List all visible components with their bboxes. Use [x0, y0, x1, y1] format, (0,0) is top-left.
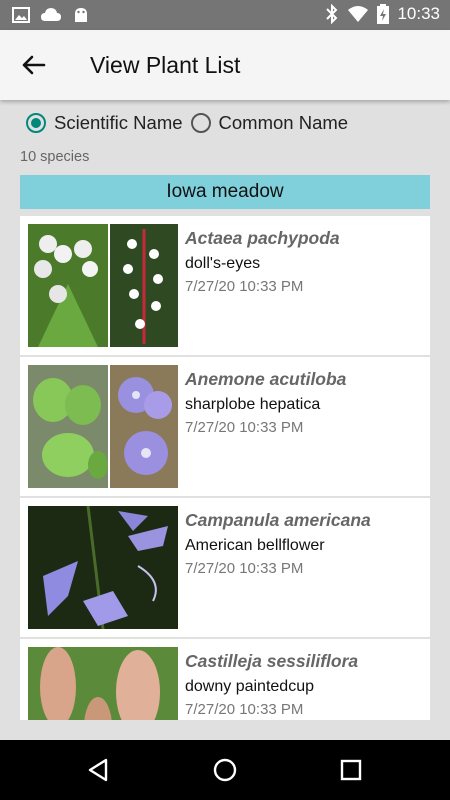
list-item[interactable]: Campanula americana American bellflower … — [20, 498, 430, 637]
android-icon — [75, 8, 87, 22]
nav-recents-icon[interactable] — [336, 755, 366, 785]
radio-label-common[interactable]: Common Name — [219, 112, 349, 134]
cloud-icon — [41, 8, 61, 21]
plant-photo — [28, 365, 178, 488]
app-bar: View Plant List — [0, 30, 450, 100]
plant-photo — [28, 224, 178, 347]
scientific-name: Castilleja sessiliflora — [185, 651, 359, 671]
radio-common-name[interactable] — [190, 113, 211, 133]
common-name: sharplobe hepatica — [185, 396, 321, 413]
list-item[interactable]: Anemone acutiloba sharplobe hepatica 7/2… — [20, 357, 430, 496]
common-name: downy paintedcup — [185, 678, 314, 695]
date-added: 7/27/20 10:33 PM — [185, 560, 304, 577]
sort-options: Scientific Name Common Name — [26, 108, 356, 138]
bluetooth-icon — [326, 4, 338, 24]
date-added: 7/27/20 10:33 PM — [185, 278, 304, 295]
plant-photo — [28, 506, 178, 629]
back-arrow-icon[interactable] — [18, 50, 52, 80]
radio-scientific-name[interactable] — [26, 113, 46, 133]
radio-label-scientific[interactable]: Scientific Name — [54, 112, 183, 134]
navigation-bar — [0, 740, 450, 800]
image-icon — [12, 7, 30, 23]
page-title: View Plant List — [90, 52, 241, 78]
date-added: 7/27/20 10:33 PM — [185, 701, 304, 718]
plant-list[interactable]: Actaea pachypoda doll's-eyes 7/27/20 10:… — [20, 216, 430, 720]
wifi-icon — [348, 6, 369, 22]
list-item[interactable]: Actaea pachypoda doll's-eyes 7/27/20 10:… — [20, 216, 430, 355]
common-name: doll's-eyes — [185, 255, 261, 272]
list-item[interactable]: Castilleja sessiliflora downy paintedcup… — [20, 639, 430, 720]
scientific-name: Anemone acutiloba — [185, 369, 347, 389]
nav-back-icon[interactable] — [84, 755, 114, 785]
species-count: 10 species — [20, 149, 90, 165]
nav-home-icon[interactable] — [210, 755, 240, 785]
scientific-name: Actaea pachypoda — [185, 228, 340, 248]
status-bar: 10:33 — [0, 0, 450, 30]
scientific-name: Campanula americana — [185, 510, 371, 530]
common-name: American bellflower — [185, 537, 325, 554]
plant-photo — [28, 647, 178, 720]
battery-icon — [377, 4, 390, 24]
date-added: 7/27/20 10:33 PM — [185, 419, 304, 436]
list-name-banner: Iowa meadow — [20, 175, 430, 209]
status-time: 10:33 — [397, 4, 440, 23]
